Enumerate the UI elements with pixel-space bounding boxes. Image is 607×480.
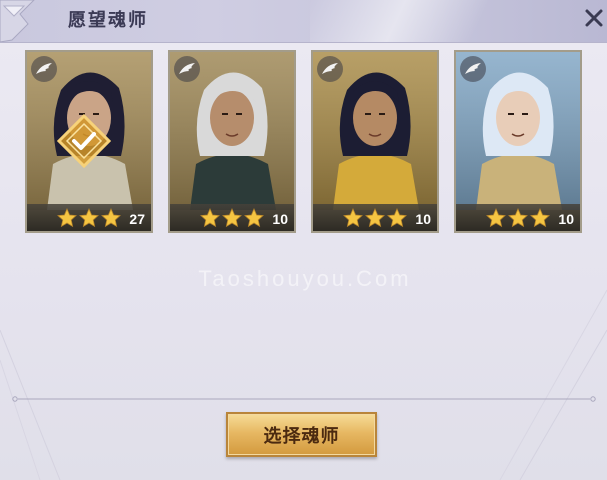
star-icon [101, 208, 121, 228]
wing-emblem-icon [317, 56, 343, 82]
selected-check-icon [57, 114, 111, 168]
dialog-title: 愿望魂师 [68, 10, 148, 31]
star-icon [343, 208, 363, 228]
star-icon [530, 208, 550, 228]
star-rating [200, 208, 264, 228]
soul-master-card-3[interactable]: 10 [311, 50, 439, 233]
star-icon [387, 208, 407, 228]
star-icon [57, 208, 77, 228]
star-icon [244, 208, 264, 228]
level-label: 10 [272, 211, 288, 227]
header-glow [310, 0, 530, 42]
card-info-bar: 10 [170, 204, 294, 231]
soul-master-card-1[interactable]: 27 [25, 50, 153, 233]
soul-master-card-2[interactable]: 10 [168, 50, 296, 233]
star-icon [486, 208, 506, 228]
close-button[interactable] [580, 3, 607, 33]
card-info-bar: 27 [27, 204, 151, 231]
level-label: 10 [558, 211, 574, 227]
star-rating [57, 208, 121, 228]
dialog-header: 愿望魂师 [0, 0, 607, 43]
select-soul-master-label: 选择魂师 [263, 425, 340, 447]
section-divider [12, 396, 596, 402]
star-rating [486, 208, 550, 228]
star-icon [222, 208, 242, 228]
star-icon [365, 208, 385, 228]
dialog-panel: 愿望魂师 27 10 10 10 Taoshouyou.Com 选择魂师 [0, 0, 607, 480]
star-icon [508, 208, 528, 228]
corner-ornament-icon [0, 0, 35, 42]
wing-emblem-icon [460, 56, 486, 82]
close-icon [585, 9, 602, 27]
wing-emblem-icon [174, 56, 200, 82]
soul-master-card-4[interactable]: 10 [454, 50, 582, 233]
star-icon [79, 208, 99, 228]
star-icon [200, 208, 220, 228]
card-info-bar: 10 [456, 204, 580, 231]
card-info-bar: 10 [313, 204, 437, 231]
select-soul-master-button[interactable]: 选择魂师 [226, 412, 377, 457]
wing-emblem-icon [31, 56, 57, 82]
watermark: Taoshouyou.Com [198, 266, 412, 291]
level-label: 27 [129, 211, 145, 227]
level-label: 10 [415, 211, 431, 227]
star-rating [343, 208, 407, 228]
